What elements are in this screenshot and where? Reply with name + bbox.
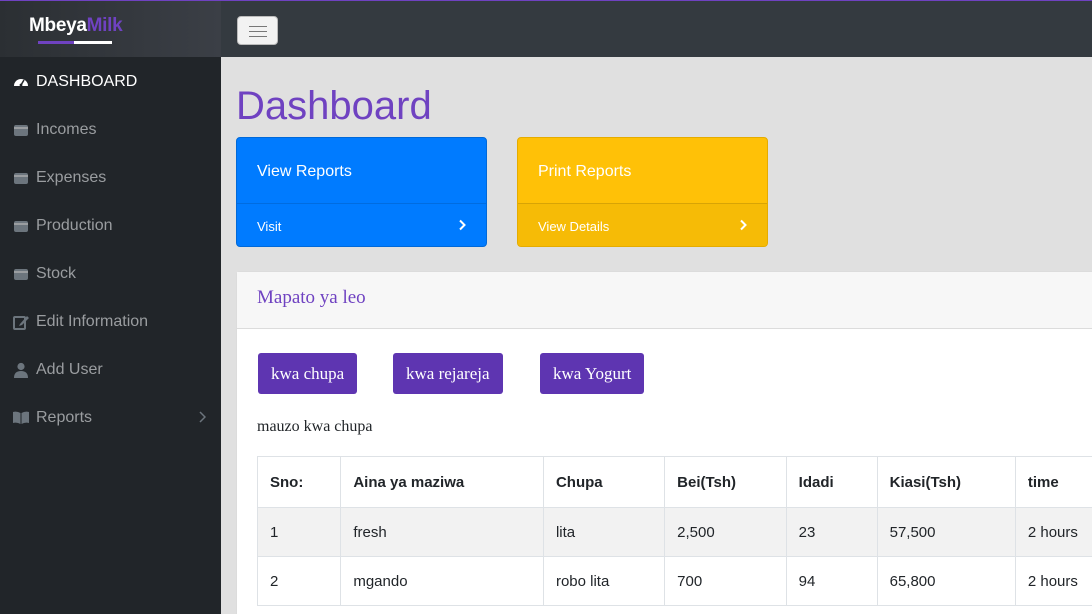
wallet-icon — [12, 121, 30, 139]
sidebar-toggle-button[interactable] — [237, 16, 278, 45]
hamburger-icon — [249, 26, 267, 27]
sidebar-item-incomes[interactable]: Incomes — [0, 106, 221, 154]
tab-kwa-yogurt[interactable]: kwa Yogurt — [540, 353, 645, 394]
sidebar-item-stock[interactable]: Stock — [0, 250, 221, 298]
table-cell: 700 — [664, 556, 787, 606]
tab-kwa-rejareja[interactable]: kwa rejareja — [393, 353, 503, 394]
column-header: Chupa — [542, 456, 666, 508]
sidebar-item-label: Incomes — [36, 121, 97, 138]
sidebar-item-label: Edit Information — [36, 313, 149, 330]
table-cell: 2 hours — [1014, 507, 1092, 557]
edit-icon — [12, 313, 30, 331]
sidebar-item-add-user[interactable]: Add User — [0, 346, 221, 394]
print-reports-card: Print Reports View Details — [517, 137, 768, 247]
sidebar: DASHBOARD Incomes Expenses Production St… — [0, 57, 221, 614]
sidebar-item-expenses[interactable]: Expenses — [0, 154, 221, 202]
sidebar-item-production[interactable]: Production — [0, 202, 221, 250]
brand-logo[interactable]: MbeyaMilk — [29, 15, 123, 37]
main-content: Dashboard View Reports Visit Print Repor… — [221, 57, 1092, 614]
card-title: Print Reports — [538, 163, 632, 180]
brand-underline — [38, 41, 112, 44]
hamburger-icon-line — [249, 36, 267, 37]
brand-name-part2: Milk — [86, 15, 123, 36]
brand[interactable]: MbeyaMilk — [0, 1, 221, 58]
top-navbar: MbeyaMilk — [0, 0, 1092, 58]
column-header: Bei(Tsh) — [664, 456, 787, 508]
card-footer-label: Visit — [257, 218, 282, 234]
page-title: Dashboard — [236, 84, 432, 128]
table-row: 1 fresh lita 2,500 23 57,500 2 hours — [256, 507, 1092, 557]
sidebar-item-label: Add User — [36, 361, 103, 378]
table-cell: fresh — [340, 507, 544, 557]
tab-kwa-chupa[interactable]: kwa chupa — [258, 353, 358, 394]
sidebar-item-dashboard[interactable]: DASHBOARD — [0, 58, 221, 106]
column-header: Aina ya maziwa — [340, 456, 544, 508]
sidebar-item-label: Reports — [36, 409, 93, 426]
section-label: mauzo kwa chupa — [257, 418, 373, 435]
column-header: Kiasi(Tsh) — [876, 456, 1016, 508]
column-header: time — [1014, 456, 1092, 508]
chevron-right-icon — [198, 410, 207, 428]
table-cell: mgando — [340, 556, 544, 606]
table-row: 2 mgando robo lita 700 94 65,800 2 hours — [256, 556, 1092, 606]
chevron-right-icon — [739, 219, 747, 234]
sidebar-item-label: DASHBOARD — [36, 73, 138, 90]
table-cell: 94 — [785, 556, 878, 606]
card-footer-label: View Details — [538, 218, 610, 234]
book-icon — [12, 409, 30, 427]
table-cell: 1 — [256, 507, 342, 557]
table-cell: 2,500 — [664, 507, 787, 557]
sales-table: Sno: Aina ya maziwa Chupa Bei(Tsh) Idadi… — [256, 456, 1092, 606]
daily-income-panel: Mapato ya leo kwa chupa kwa rejareja kwa… — [236, 271, 1092, 614]
sidebar-item-label: Stock — [36, 265, 77, 282]
hamburger-icon-line — [249, 31, 267, 32]
view-details-link[interactable]: View Details — [518, 203, 767, 246]
wallet-icon — [12, 169, 30, 187]
card-title: View Reports — [257, 163, 352, 180]
column-header: Sno: — [256, 456, 342, 508]
sidebar-item-edit-information[interactable]: Edit Information — [0, 298, 221, 346]
sidebar-item-reports[interactable]: Reports — [0, 394, 221, 442]
brand-name-part1: Mbeya — [29, 15, 87, 36]
panel-title: Mapato ya leo — [237, 272, 1092, 329]
table-cell: 23 — [785, 507, 878, 557]
column-header: Idadi — [785, 456, 878, 508]
wallet-icon — [12, 217, 30, 235]
view-reports-card: View Reports Visit — [236, 137, 487, 247]
table-cell: 57,500 — [876, 507, 1016, 557]
chevron-right-icon — [458, 219, 466, 234]
visit-link[interactable]: Visit — [237, 203, 486, 246]
table-cell: robo lita — [542, 556, 666, 606]
table-cell: 65,800 — [876, 556, 1016, 606]
user-icon — [12, 361, 30, 379]
wallet-icon — [12, 265, 30, 283]
tachometer-icon — [12, 73, 30, 91]
sidebar-item-label: Expenses — [36, 169, 107, 186]
table-cell: lita — [542, 507, 666, 557]
table-header-row: Sno: Aina ya maziwa Chupa Bei(Tsh) Idadi… — [256, 456, 1092, 508]
table-cell: 2 hours — [1014, 556, 1092, 606]
sidebar-item-label: Production — [36, 217, 113, 234]
table-cell: 2 — [256, 556, 342, 606]
